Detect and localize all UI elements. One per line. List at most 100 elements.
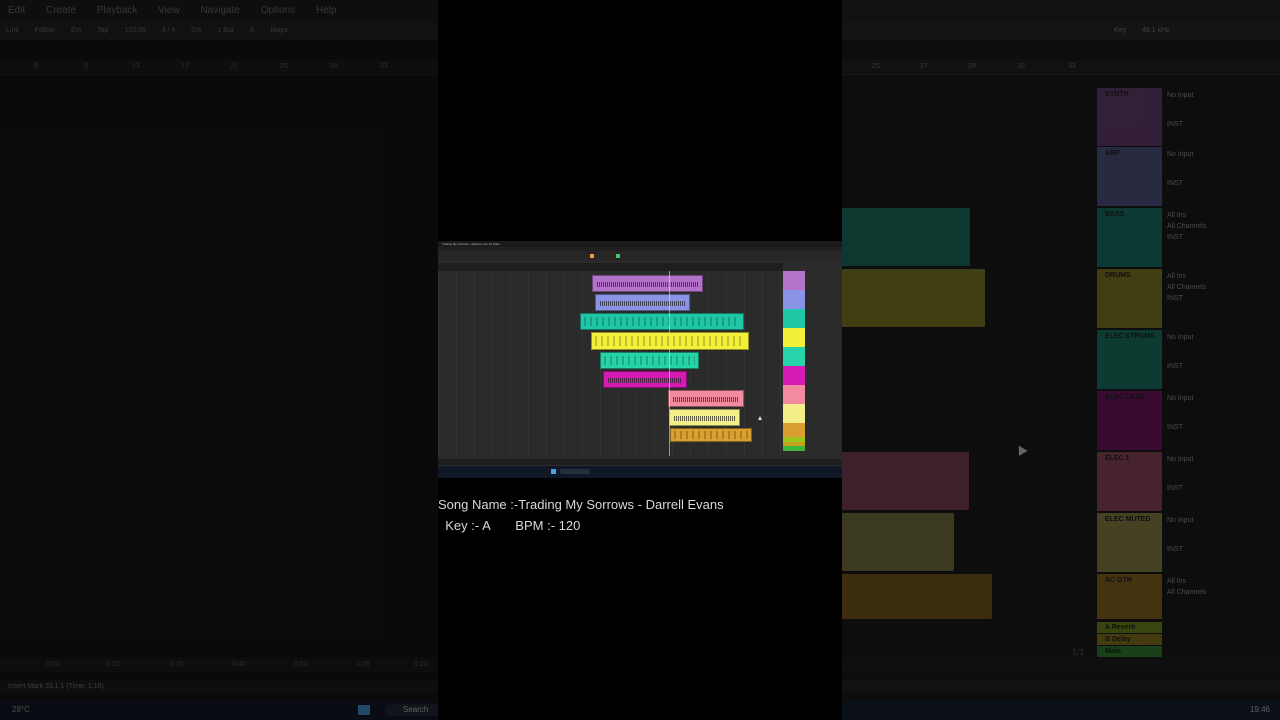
channel-select[interactable]: All Channels: [1167, 284, 1280, 291]
track-name: ELEC LEAD: [1105, 394, 1145, 401]
track-io-elec-1: No Input INST: [1163, 452, 1280, 492]
input-select[interactable]: No Input: [1167, 395, 1280, 402]
monitor-select[interactable]: INST: [1167, 121, 1280, 128]
menu-playback[interactable]: Playback: [97, 5, 138, 16]
track-name: ELEC MUTED: [1105, 516, 1151, 523]
time-ruler-right[interactable]: [842, 658, 1280, 672]
track-io-elec-muted: No Input INST: [1163, 513, 1280, 553]
track-header-bass[interactable]: BASS: [1097, 208, 1162, 267]
input-select[interactable]: All Ins: [1167, 212, 1280, 219]
ruler-tick: 25: [280, 63, 288, 70]
link-button[interactable]: Link: [6, 27, 19, 34]
follow-button[interactable]: Follow: [35, 27, 55, 34]
monitor-select[interactable]: INST: [1167, 363, 1280, 370]
track-header-elec-lead[interactable]: ELEC LEAD: [1097, 391, 1162, 450]
clip-ac-gtr[interactable]: [842, 574, 992, 619]
mini-track-color: [783, 446, 805, 451]
track-header-arp[interactable]: ARP: [1097, 147, 1162, 206]
status-text: Insert Mark 33.1.1 (Time: 1:16): [8, 683, 104, 690]
tempo-field[interactable]: 120.00: [124, 27, 145, 34]
mini-track-color: [783, 328, 805, 347]
track-io-bass: All Ins All Channels INST: [1163, 208, 1280, 241]
mini-taskbar: [438, 466, 842, 478]
input-select[interactable]: All Ins: [1167, 578, 1280, 585]
ruler-tick: 25: [872, 63, 880, 70]
tap-button[interactable]: Tap: [97, 27, 108, 34]
taskbar-clock[interactable]: 19:46: [1250, 705, 1270, 714]
time-signature[interactable]: 4 / 4: [162, 27, 176, 34]
monitor-select[interactable]: INST: [1167, 546, 1280, 553]
time-ruler[interactable]: 0:00 0:20 0:30 0:40 0:50 1:00 1:20: [0, 658, 438, 672]
time-tick: 0:20: [106, 661, 120, 668]
track-header-elec-muted[interactable]: ELEC MUTED: [1097, 513, 1162, 572]
beat-ruler-right[interactable]: 25 27 29 31 33: [842, 60, 1280, 75]
quantize-menu[interactable]: 1 Bar: [217, 27, 234, 34]
track-header-ac-gtr[interactable]: AC GTR: [1097, 574, 1162, 619]
page-indicator: 1/1: [1072, 647, 1085, 657]
menu-bar: Edit Create Playback View Navigate Optio…: [0, 0, 438, 22]
clip-bass[interactable]: [842, 208, 970, 266]
clip-waveform: [673, 397, 739, 402]
ruler-tick: 13: [132, 63, 140, 70]
background-left-panel: Edit Create Playback View Navigate Optio…: [0, 0, 438, 720]
input-select[interactable]: No Input: [1167, 92, 1280, 99]
track-header-synth[interactable]: SYNTH: [1097, 88, 1162, 146]
input-select[interactable]: No Input: [1167, 334, 1280, 341]
taskbar-search[interactable]: Search: [385, 704, 438, 716]
key-button[interactable]: Key: [1114, 27, 1126, 34]
beat-ruler[interactable]: 9 5 13 17 21 25 29 33: [0, 60, 438, 75]
windows-taskbar-right: 19:46: [842, 700, 1280, 720]
monitor-select[interactable]: INST: [1167, 485, 1280, 492]
input-select[interactable]: All Ins: [1167, 273, 1280, 280]
mini-ruler: [438, 263, 783, 271]
menu-options[interactable]: Options: [261, 5, 295, 16]
embedded-daw-screenshot: Trading My Sorrows - Ableton Live 12 Sui…: [438, 241, 842, 478]
clip-drums[interactable]: [842, 269, 985, 327]
dim-overlay: [0, 0, 438, 720]
mini-track-color: [783, 423, 805, 437]
monitor-select[interactable]: INST: [1167, 180, 1280, 187]
clip-waveform: [608, 378, 682, 383]
menu-view[interactable]: View: [158, 5, 180, 16]
mini-clip-ac-gtr: [670, 428, 752, 442]
monitor-select[interactable]: INST: [1167, 295, 1280, 302]
menu-navigate[interactable]: Navigate: [200, 5, 239, 16]
channel-select[interactable]: All Channels: [1167, 589, 1280, 596]
mini-cursor-icon: [758, 416, 762, 420]
ext-button[interactable]: Ext: [71, 27, 81, 34]
sample-rate: 48.1 kHz: [1142, 27, 1170, 34]
video-frame: Trading My Sorrows - Ableton Live 12 Sui…: [438, 0, 842, 720]
scale-root[interactable]: A: [250, 27, 255, 34]
main-track[interactable]: Main: [1097, 646, 1162, 657]
clip-elec-1[interactable]: [842, 452, 969, 510]
weather-temperature[interactable]: 28°C: [12, 705, 30, 714]
channel-select[interactable]: All Channels: [1167, 223, 1280, 230]
return-track-reverb[interactable]: A Reverb: [1097, 622, 1162, 633]
mini-track-color: [783, 404, 805, 423]
groove-amount[interactable]: 0%: [191, 27, 201, 34]
clip-elec-muted[interactable]: [842, 513, 954, 571]
toolbar-right: Key 48.1 kHz: [842, 22, 1280, 40]
menu-edit[interactable]: Edit: [8, 5, 25, 16]
monitor-select[interactable]: INST: [1167, 234, 1280, 241]
monitor-select[interactable]: INST: [1167, 424, 1280, 431]
menu-create[interactable]: Create: [46, 5, 76, 16]
scale-mode[interactable]: Major: [271, 27, 289, 34]
input-select[interactable]: No Input: [1167, 456, 1280, 463]
track-header-elec-strums[interactable]: ELEC STRUMS: [1097, 330, 1162, 389]
track-header-drums[interactable]: DRUMS: [1097, 269, 1162, 328]
mini-track-color: [783, 309, 805, 328]
track-name: Main: [1105, 648, 1121, 655]
track-header-elec-1[interactable]: ELEC 1: [1097, 452, 1162, 511]
menu-help[interactable]: Help: [316, 5, 337, 16]
track-name: ELEC 1: [1105, 455, 1130, 462]
track-io-arp: No Input INST: [1163, 147, 1280, 187]
ruler-tick: 9: [34, 63, 38, 70]
input-select[interactable]: No Input: [1167, 517, 1280, 524]
windows-start-icon[interactable]: [358, 705, 370, 715]
input-select[interactable]: No Input: [1167, 151, 1280, 158]
return-track-delay[interactable]: B Delay: [1097, 634, 1162, 645]
ruler-tick: 27: [920, 63, 928, 70]
mini-clip-elec-muted: [669, 409, 740, 426]
ruler-tick: 33: [1068, 63, 1076, 70]
